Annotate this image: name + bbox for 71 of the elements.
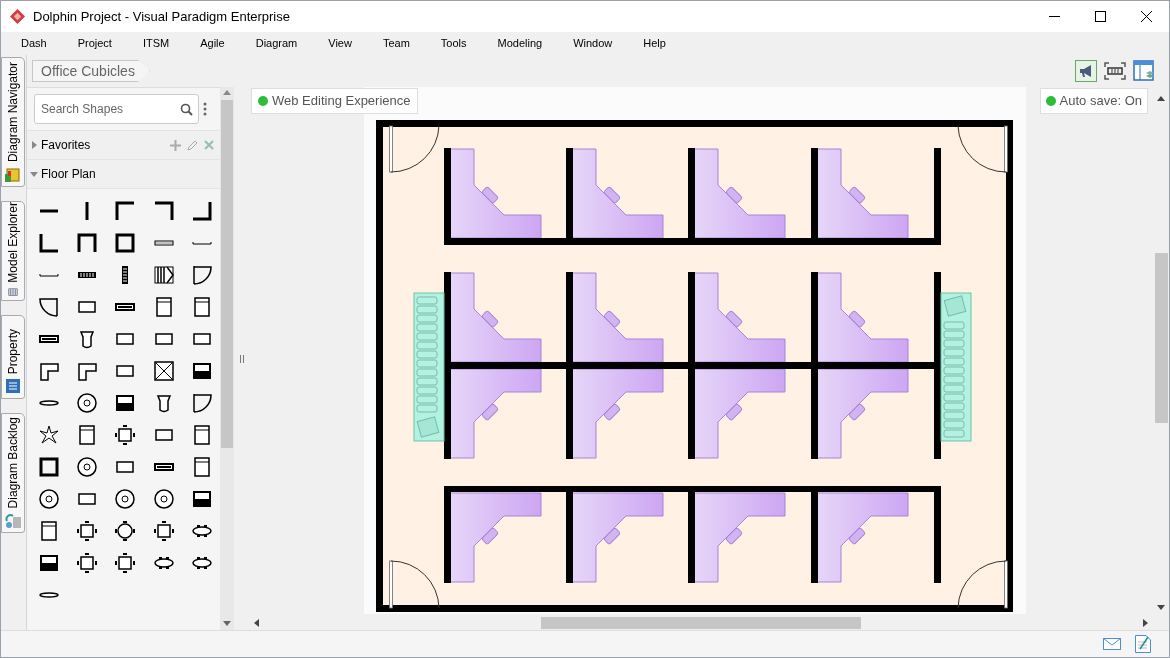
maximize-icon bbox=[1094, 11, 1106, 22]
scroll-right-arrow-icon[interactable] bbox=[1143, 619, 1148, 627]
table-shape-icon[interactable] bbox=[75, 551, 100, 575]
wall-shape-icon[interactable] bbox=[37, 455, 61, 479]
side-tab[interactable]: Property bbox=[1, 315, 25, 399]
breadcrumb-tab[interactable]: Office Cubicles bbox=[32, 60, 150, 82]
corner-wall-shape-icon[interactable] bbox=[37, 231, 61, 255]
scroll-down-arrow-icon[interactable] bbox=[1157, 605, 1165, 610]
circle-shape-icon[interactable] bbox=[151, 487, 176, 511]
mail-icon[interactable] bbox=[1103, 638, 1121, 650]
menu-item[interactable]: ITSM bbox=[130, 32, 182, 55]
table-shape-icon[interactable] bbox=[113, 551, 138, 575]
wall-shape-icon[interactable] bbox=[75, 231, 100, 255]
app-logo-icon bbox=[10, 9, 25, 24]
explorer-icon bbox=[5, 286, 21, 297]
side-tab[interactable]: Diagram Backlog bbox=[1, 413, 25, 533]
property-icon bbox=[5, 378, 21, 395]
menu-item[interactable]: Window bbox=[561, 32, 625, 55]
menu-item[interactable]: Team bbox=[370, 32, 422, 55]
menu-item[interactable]: View bbox=[316, 32, 364, 55]
status-chip: Web Editing Experience bbox=[251, 88, 418, 114]
megaphone-icon bbox=[1078, 64, 1094, 78]
table-shape-icon[interactable] bbox=[113, 519, 138, 543]
scrollbar-thumb[interactable] bbox=[541, 617, 861, 629]
table-shape-icon[interactable] bbox=[75, 519, 100, 543]
search-field[interactable]: Search Shapes bbox=[34, 94, 199, 124]
menu-item[interactable]: Help bbox=[631, 32, 678, 55]
status-dot-icon bbox=[258, 96, 268, 106]
circle-shape-icon[interactable] bbox=[75, 391, 100, 415]
menu-item[interactable]: Dash bbox=[9, 32, 59, 55]
crossed-box-shape-icon[interactable] bbox=[151, 359, 176, 383]
door bbox=[957, 125, 1008, 173]
door bbox=[957, 560, 1008, 609]
section-header[interactable]: Floor Plan bbox=[27, 159, 220, 188]
note-icon[interactable] bbox=[1135, 635, 1151, 653]
status-dot-icon bbox=[1045, 96, 1056, 106]
menu-item[interactable]: Agile bbox=[188, 32, 237, 55]
backlog-icon bbox=[5, 512, 21, 529]
side-tab[interactable]: Model Explorer bbox=[1, 201, 25, 301]
menu-item[interactable]: Modeling bbox=[485, 32, 555, 55]
close-icon bbox=[1140, 11, 1152, 22]
scroll-down-arrow-icon[interactable] bbox=[223, 621, 231, 626]
table-shape-icon[interactable] bbox=[151, 519, 176, 543]
circle-shape-icon[interactable] bbox=[37, 487, 61, 511]
navigator-icon bbox=[5, 166, 21, 183]
scrollbar-thumb[interactable] bbox=[221, 100, 233, 448]
collapse-triangle-icon bbox=[30, 170, 38, 178]
door-shape-icon[interactable] bbox=[37, 295, 61, 319]
window-title: Dolphin Project - Visual Paradigm Enterprise bbox=[33, 7, 290, 26]
layout-panel-icon[interactable] bbox=[1133, 60, 1155, 82]
circle-shape-icon[interactable] bbox=[75, 455, 100, 479]
table-shape-icon[interactable] bbox=[113, 423, 138, 447]
more-options-icon[interactable] bbox=[203, 102, 207, 116]
scroll-up-arrow-icon[interactable] bbox=[1157, 96, 1165, 101]
menu-item[interactable]: Project bbox=[65, 32, 124, 55]
scroll-left-arrow-icon[interactable] bbox=[254, 619, 259, 627]
side-tab[interactable]: Diagram Navigator bbox=[1, 57, 25, 187]
menu-item[interactable]: Diagram bbox=[243, 32, 310, 55]
wall-shape-icon[interactable] bbox=[113, 231, 138, 255]
megaphone-button[interactable] bbox=[1075, 60, 1097, 82]
status-chip: Auto save: On bbox=[1039, 88, 1148, 114]
door bbox=[389, 560, 440, 609]
search-icon bbox=[180, 103, 193, 116]
fit-to-screen-icon[interactable] bbox=[1104, 62, 1126, 80]
splitter-grip-icon[interactable] bbox=[239, 354, 244, 363]
door bbox=[389, 125, 440, 173]
expand-triangle-icon bbox=[30, 141, 38, 149]
circle-shape-icon[interactable] bbox=[113, 487, 138, 511]
scrollbar-thumb[interactable] bbox=[1154, 253, 1168, 423]
stairs-shape-icon[interactable] bbox=[151, 263, 176, 287]
menu-item[interactable]: Tools bbox=[428, 32, 479, 55]
